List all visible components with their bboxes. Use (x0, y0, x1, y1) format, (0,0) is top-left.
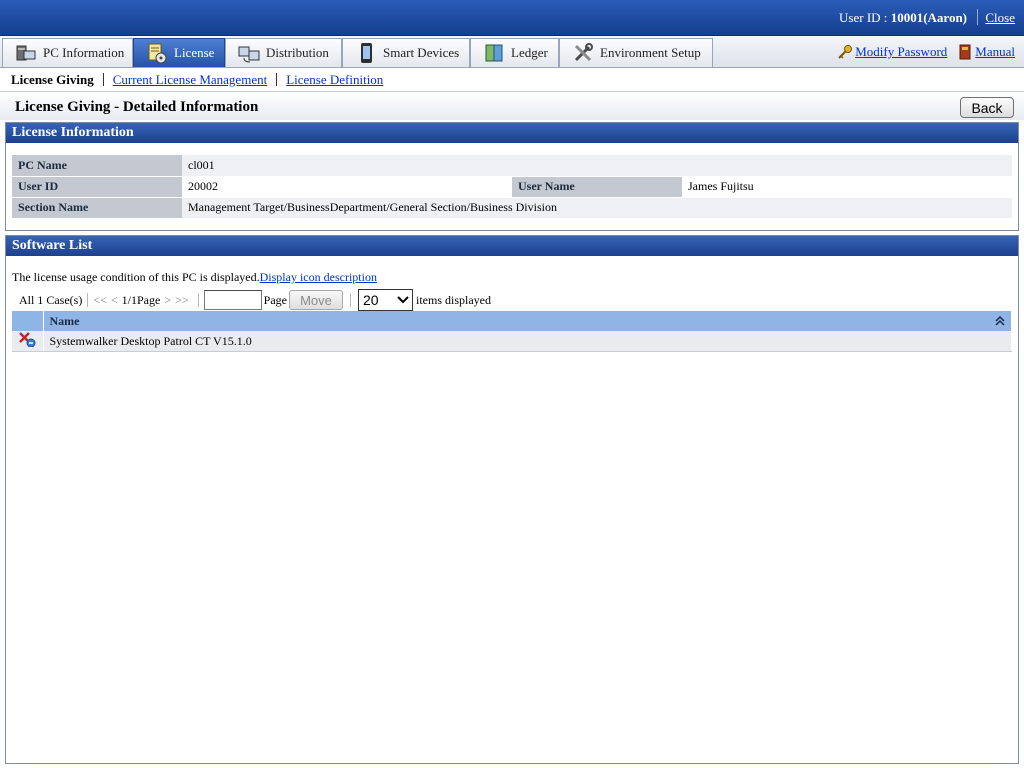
app-titlebar: User ID : 10001(Aaron) Close (0, 0, 1024, 36)
subnav-separator (102, 73, 104, 86)
subnav-current-license-management[interactable]: Current License Management (113, 72, 268, 88)
total-count: All 1 Case(s) (19, 292, 83, 307)
modify-password-link[interactable]: Modify Password (855, 44, 947, 60)
page-label: Page (263, 292, 287, 307)
prev-page-link: < (110, 292, 118, 307)
close-link[interactable]: Close (985, 10, 1015, 26)
user-info: User ID : 10001(Aaron) (839, 10, 967, 25)
sort-collapse-icon[interactable] (995, 315, 1005, 327)
key-icon (838, 45, 853, 59)
top-links: Modify Password Manual (837, 44, 1015, 60)
distribution-icon (238, 46, 260, 63)
subnav-separator (276, 73, 278, 86)
page-info: 1/1Page (121, 292, 161, 307)
user-name-value: James Fujitsu (682, 176, 1012, 198)
pager-separator (87, 293, 89, 307)
user-id-label: User ID (12, 176, 182, 198)
items-per-page-select[interactable]: 20 (357, 289, 413, 311)
tools-icon (574, 43, 593, 62)
page-number-input[interactable] (203, 290, 262, 310)
pc-name-value: cl001 (182, 155, 1012, 177)
chevron-down-icon (397, 296, 409, 304)
license-status-icon (19, 332, 36, 348)
subnav-license-definition[interactable]: License Definition (286, 72, 383, 88)
tab-pc-information[interactable]: PC Information (2, 38, 133, 67)
license-information-heading: License Information (6, 123, 1018, 143)
first-page-link: << (93, 292, 107, 307)
software-list-panel: Software List The license usage conditio… (5, 235, 1019, 764)
license-information-panel: License Information PC Name cl001 User I… (5, 122, 1019, 231)
table-row[interactable]: Systemwalker Desktop Patrol CT V15.1.0 (12, 331, 1012, 352)
pager-separator (349, 293, 351, 307)
smartphone-icon (361, 43, 372, 63)
license-icon (148, 43, 167, 64)
pc-name-label: PC Name (12, 155, 182, 177)
display-icon-description-link[interactable]: Display icon description (260, 270, 377, 284)
subnav-license-giving: License Giving (11, 71, 94, 87)
items-displayed-label: items displayed (415, 292, 491, 307)
move-button[interactable]: Move (288, 290, 343, 310)
page-header: License Giving - Detailed Information Ba… (0, 93, 1024, 120)
back-button[interactable]: Back (960, 97, 1014, 118)
manual-link[interactable]: Manual (975, 44, 1015, 60)
software-name: Systemwalker Desktop Patrol CT V15.1.0 (43, 331, 1012, 352)
ledger-icon (485, 44, 503, 62)
tab-license[interactable]: License (133, 38, 225, 67)
user-id-value: 20002 (182, 176, 512, 198)
software-table: Name Systemwalker Desktop Patrol CT V15.… (12, 311, 1012, 352)
software-list-heading: Software List (6, 236, 1018, 256)
tab-environment-setup[interactable]: Environment Setup (559, 38, 713, 67)
sub-navigation: License Giving Current License Managemen… (0, 68, 1024, 92)
tab-smart-devices[interactable]: Smart Devices (342, 38, 470, 67)
name-column-header[interactable]: Name (43, 311, 1012, 331)
icon-column-header (12, 311, 44, 331)
tab-ledger[interactable]: Ledger (470, 38, 559, 67)
pagination-bar: All 1 Case(s) << < 1/1Page > >> Page Mov… (12, 289, 491, 311)
manual-book-icon (959, 44, 971, 60)
software-list-description: The license usage condition of this PC i… (12, 270, 377, 284)
pc-icon (16, 45, 36, 61)
page-title: License Giving - Detailed Information (15, 99, 259, 115)
row-status-cell (12, 331, 44, 352)
titlebar-separator (977, 9, 978, 25)
section-name-label: Section Name (12, 197, 182, 219)
pager-separator (197, 293, 199, 307)
next-page-link: > (164, 292, 172, 307)
user-name-label: User Name (512, 176, 682, 198)
last-page-link: >> (175, 292, 189, 307)
table-header-row: Name (12, 311, 1012, 331)
license-information-table: PC Name cl001 User ID 20002 User Name Ja… (12, 155, 1012, 219)
tab-distribution[interactable]: Distribution (225, 38, 342, 67)
section-name-value: Management Target/BusinessDepartment/Gen… (182, 197, 1012, 219)
